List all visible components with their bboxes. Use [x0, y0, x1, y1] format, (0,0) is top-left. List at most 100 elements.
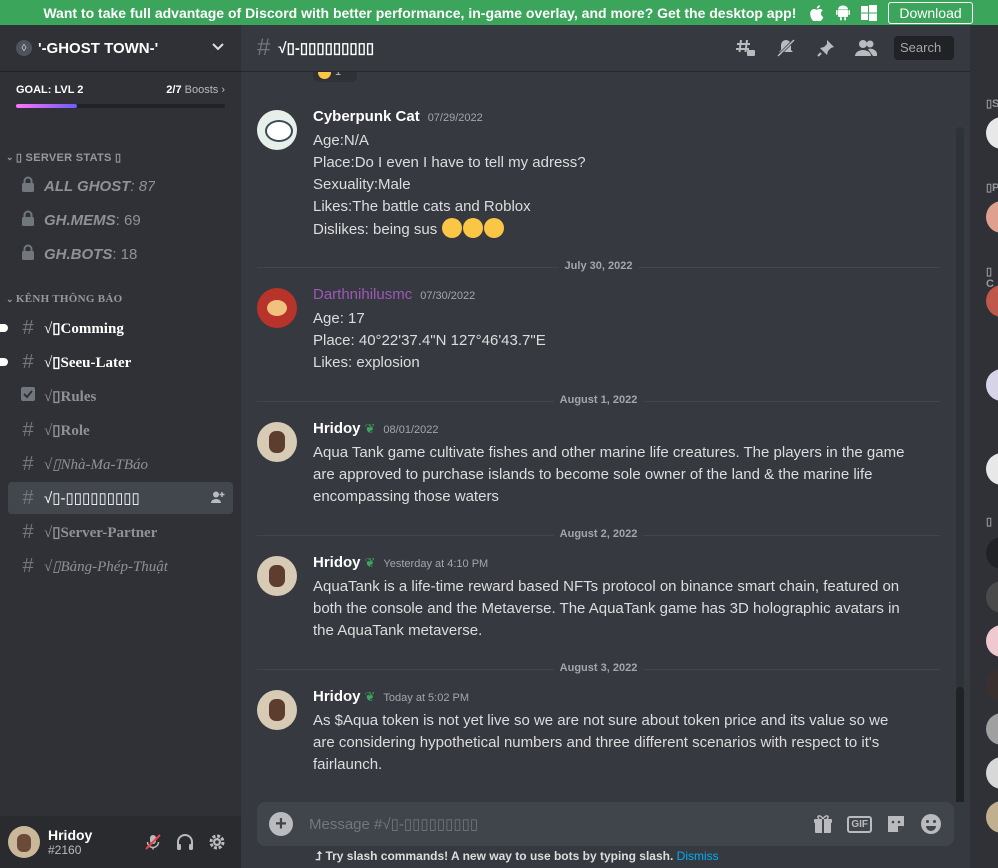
boost-goal-panel[interactable]: GOAL: LVL 2 2/7 Boosts › [0, 72, 241, 108]
avatar[interactable] [257, 110, 297, 150]
message-line: Likes: explosion [313, 354, 420, 371]
channel-bang-phep-thuat[interactable]: # √▯Bảng-Phép-Thuật [8, 550, 233, 582]
message-line: are considering hypothetical numbers and… [313, 734, 880, 751]
message-author[interactable]: Cyberpunk Cat [313, 108, 420, 125]
invite-member-icon[interactable] [211, 491, 225, 506]
message-author[interactable]: Hridoy [313, 420, 361, 437]
android-icon[interactable] [834, 4, 852, 22]
message-author[interactable]: Hridoy [313, 554, 361, 571]
user-name: Hridoy [48, 827, 93, 843]
gear-icon[interactable] [201, 826, 233, 858]
avatar[interactable] [257, 422, 297, 462]
member-avatar[interactable] [986, 757, 998, 789]
member-list-icon[interactable] [854, 36, 878, 60]
channel-label: √▯Seeu-Later [44, 354, 132, 371]
channel-label: √▯Comming [44, 320, 124, 337]
channel-label: √▯Server-Partner [44, 524, 158, 541]
category-label: KÊNH THÔNG BÁO [15, 293, 123, 305]
search-input[interactable]: Search [894, 36, 954, 60]
upload-plus-icon[interactable]: + [269, 812, 293, 836]
windows-icon[interactable] [860, 4, 878, 22]
message-line: both the console and the Metaverse. The … [313, 600, 900, 617]
member-avatar[interactable] [986, 369, 998, 401]
date-divider: August 2, 2022 [257, 528, 940, 540]
channel-selected[interactable]: # √▯-▯▯▯▯▯▯▯▯▯ [8, 482, 233, 514]
category-announcements[interactable]: ⌄ KÊNH THÔNG BÁO [0, 290, 129, 308]
date-divider-label: August 2, 2022 [553, 528, 644, 540]
channel-seeu-later[interactable]: # √▯Seeu-Later [0, 346, 233, 378]
member-avatar[interactable] [986, 801, 998, 833]
member-avatar[interactable] [986, 117, 998, 149]
download-button[interactable]: Download [888, 1, 973, 24]
lock-icon [18, 209, 38, 232]
stat-channel-all-ghost[interactable]: ALL GHOST: 87 [8, 170, 233, 202]
user-tag: #2160 [48, 843, 82, 857]
boost-goal-label: GOAL: LVL 2 [16, 84, 84, 96]
chevron-down-icon[interactable] [211, 40, 225, 57]
mute-microphone-icon[interactable] [137, 826, 169, 858]
gif-picker-icon[interactable]: GIF [847, 815, 872, 833]
channel-rules[interactable]: √▯Rules [8, 380, 233, 412]
message-line: Place:Do I even I have to tell my adress… [313, 154, 586, 171]
avatar[interactable] [257, 288, 297, 328]
lock-icon [18, 175, 38, 198]
category-label: ▯ SERVER STATS ▯ [15, 151, 122, 164]
threads-icon[interactable] [734, 36, 758, 60]
notification-muted-icon[interactable] [774, 36, 798, 60]
channel-nha-ma-tbao[interactable]: # √▯Nhà-Ma-TBáo [8, 448, 233, 480]
pin-icon[interactable] [814, 36, 838, 60]
boost-progress-fill [16, 104, 77, 108]
chat-header: # √▯-▯▯▯▯▯▯▯▯▯ Search [241, 25, 970, 72]
message-line: the AquaTank metaverse. [313, 622, 483, 639]
reaction-pill[interactable]: 1 [313, 72, 357, 82]
unread-indicator [0, 324, 8, 332]
date-divider: July 30, 2022 [257, 260, 940, 272]
channel-comming[interactable]: # √▯Comming [0, 312, 233, 344]
channel-server-partner[interactable]: # √▯Server-Partner [8, 516, 233, 548]
server-booster-icon: ❦ [364, 421, 376, 436]
chat-area: # √▯-▯▯▯▯▯▯▯▯▯ Search 1 Cyberpunk Cat 07… [241, 25, 970, 868]
member-avatar[interactable] [986, 537, 998, 569]
message-input[interactable] [309, 815, 800, 833]
channel-role[interactable]: # √▯Role [8, 414, 233, 446]
slash-tip-icon: ⮥ [315, 849, 323, 863]
apple-icon[interactable] [808, 4, 826, 22]
member-avatar[interactable] [986, 453, 998, 485]
gift-icon[interactable] [813, 814, 833, 834]
server-icon: ◊ [16, 40, 32, 56]
message-author[interactable]: Hridoy [313, 688, 361, 705]
date-divider-label: August 1, 2022 [553, 394, 644, 406]
dismiss-link[interactable]: Dismiss [677, 849, 719, 863]
message-line: Age:N/A [313, 132, 369, 149]
hash-icon: # [22, 350, 34, 373]
member-avatar[interactable] [986, 713, 998, 745]
channel-label: √▯-▯▯▯▯▯▯▯▯▯ [44, 490, 140, 507]
scrollbar-thumb[interactable] [956, 687, 964, 802]
message-author[interactable]: Darthnihilusmc [313, 286, 412, 303]
hash-icon: # [22, 452, 34, 475]
scrollbar[interactable] [956, 127, 964, 802]
avatar[interactable] [257, 690, 297, 730]
message-timestamp: Yesterday at 4:10 PM [383, 558, 489, 570]
message-line: fairlaunch. [313, 756, 383, 773]
member-avatar[interactable] [986, 581, 998, 613]
message-line: Place: 40°22'37.4"N 127°46'43.7"E [313, 332, 546, 349]
avatar[interactable] [257, 556, 297, 596]
hash-icon: # [22, 520, 34, 543]
stat-channel-gh-mems[interactable]: GH.MEMS: 69 [8, 204, 233, 236]
date-divider: August 3, 2022 [257, 662, 940, 674]
sticker-icon[interactable] [886, 814, 906, 834]
user-info[interactable]: Hridoy #2160 [48, 827, 137, 857]
message-line: Sexuality:Male [313, 176, 411, 193]
stat-channel-gh-bots[interactable]: GH.BOTS: 18 [8, 238, 233, 270]
avatar[interactable] [8, 826, 40, 858]
member-avatar[interactable] [986, 201, 998, 233]
member-avatar[interactable] [986, 625, 998, 657]
server-header[interactable]: ◊ '-GHOST TOWN-' [0, 25, 241, 72]
category-server-stats[interactable]: ⌄ ▯ SERVER STATS ▯ [0, 148, 127, 166]
emoji-picker-icon[interactable] [920, 813, 942, 835]
headphones-icon[interactable] [169, 826, 201, 858]
message-line-with-emoji: Dislikes: being sus [313, 218, 913, 241]
stat-label: GH.MEMS: 69 [44, 211, 141, 229]
member-avatar[interactable] [986, 669, 998, 701]
